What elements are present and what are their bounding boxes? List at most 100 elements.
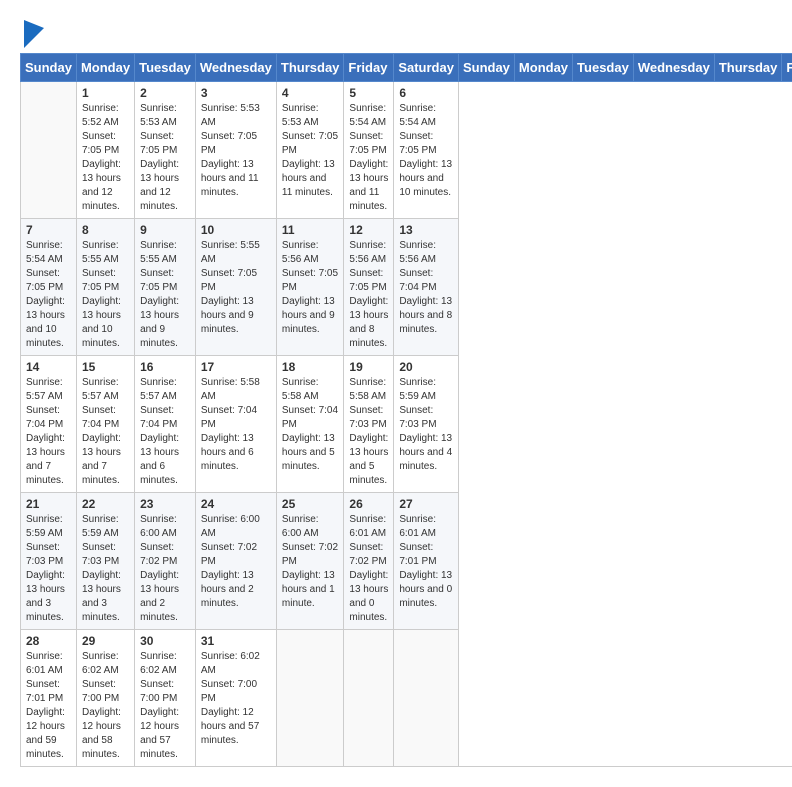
calendar-header-row: SundayMondayTuesdayWednesdayThursdayFrid… (21, 54, 792, 82)
day-info: Sunrise: 6:02 AMSunset: 7:00 PMDaylight:… (140, 650, 190, 762)
day-info: Sunrise: 5:59 AMSunset: 7:03 PMDaylight:… (26, 513, 71, 625)
day-number: 5 (349, 86, 388, 100)
calendar-cell: 22 Sunrise: 5:59 AMSunset: 7:03 PMDayligh… (76, 493, 134, 630)
calendar-cell: 13 Sunrise: 5:56 AMSunset: 7:04 PMDayligh… (394, 219, 459, 356)
calendar-cell: 17Sunrise: 5:58 AMSunset: 7:04 PMDayligh… (195, 356, 276, 493)
day-number: 2 (140, 86, 190, 100)
day-number: 12 (349, 223, 388, 237)
day-info: Sunrise: 5:53 AMSunset: 7:05 PMDaylight:… (140, 102, 190, 214)
day-info: Sunrise: 5:56 AMSunset: 7:04 PMDaylight:… (399, 239, 453, 337)
day-info: Sunrise: 5:54 AMSunset: 7:05 PMDaylight:… (399, 102, 453, 200)
day-number: 3 (201, 86, 271, 100)
day-number: 13 (399, 223, 453, 237)
day-number: 7 (26, 223, 71, 237)
header-cell-monday: Monday (514, 54, 572, 82)
day-info: Sunrise: 5:56 AMSunset: 7:05 PMDaylight:… (349, 239, 388, 351)
day-number: 21 (26, 497, 71, 511)
calendar-cell: 31Sunrise: 6:02 AMSunset: 7:00 PMDayligh… (195, 630, 276, 767)
day-info: Sunrise: 6:00 AMSunset: 7:02 PMDaylight:… (282, 513, 339, 611)
day-number: 29 (82, 634, 129, 648)
header-cell-tuesday: Tuesday (135, 54, 196, 82)
day-number: 19 (349, 360, 388, 374)
calendar-cell: 3 Sunrise: 5:53 AMSunset: 7:05 PMDaylight… (195, 82, 276, 219)
calendar-cell: 12 Sunrise: 5:56 AMSunset: 7:05 PMDayligh… (344, 219, 394, 356)
day-number: 15 (82, 360, 129, 374)
day-info: Sunrise: 5:57 AMSunset: 7:04 PMDaylight:… (26, 376, 71, 488)
day-number: 18 (282, 360, 339, 374)
day-number: 22 (82, 497, 129, 511)
logo-icon (24, 20, 44, 48)
calendar-cell: 4 Sunrise: 5:53 AMSunset: 7:05 PMDaylight… (276, 82, 344, 219)
calendar-cell (276, 630, 344, 767)
calendar-container: SundayMondayTuesdayWednesdayThursdayFrid… (10, 53, 782, 777)
calendar-cell: 8Sunrise: 5:55 AMSunset: 7:05 PMDaylight… (76, 219, 134, 356)
header-cell-friday: Friday (344, 54, 394, 82)
header-cell-wednesday: Wednesday (195, 54, 276, 82)
calendar-cell: 27 Sunrise: 6:01 AMSunset: 7:01 PMDayligh… (394, 493, 459, 630)
day-info: Sunrise: 6:02 AMSunset: 7:00 PMDaylight:… (82, 650, 129, 762)
day-number: 30 (140, 634, 190, 648)
calendar-week-row: 21 Sunrise: 5:59 AMSunset: 7:03 PMDayligh… (21, 493, 792, 630)
day-number: 27 (399, 497, 453, 511)
calendar-cell: 24Sunrise: 6:00 AMSunset: 7:02 PMDayligh… (195, 493, 276, 630)
day-info: Sunrise: 5:58 AMSunset: 7:04 PMDaylight:… (282, 376, 339, 474)
calendar-week-row: 14 Sunrise: 5:57 AMSunset: 7:04 PMDayligh… (21, 356, 792, 493)
day-info: Sunrise: 5:54 AMSunset: 7:05 PMDaylight:… (26, 239, 71, 351)
calendar-cell: 18 Sunrise: 5:58 AMSunset: 7:04 PMDayligh… (276, 356, 344, 493)
calendar-week-row: 28 Sunrise: 6:01 AMSunset: 7:01 PMDayligh… (21, 630, 792, 767)
header-cell-tuesday: Tuesday (573, 54, 634, 82)
calendar-cell: 30 Sunrise: 6:02 AMSunset: 7:00 PMDayligh… (135, 630, 196, 767)
day-number: 28 (26, 634, 71, 648)
calendar-cell: 10Sunrise: 5:55 AMSunset: 7:05 PMDayligh… (195, 219, 276, 356)
header-cell-saturday: Saturday (394, 54, 459, 82)
logo (20, 20, 44, 48)
day-number: 26 (349, 497, 388, 511)
calendar-cell: 9 Sunrise: 5:55 AMSunset: 7:05 PMDaylight… (135, 219, 196, 356)
day-info: Sunrise: 5:59 AMSunset: 7:03 PMDaylight:… (399, 376, 453, 474)
day-info: Sunrise: 5:57 AMSunset: 7:04 PMDaylight:… (82, 376, 129, 488)
day-number: 23 (140, 497, 190, 511)
calendar-week-row: 1 Sunrise: 5:52 AMSunset: 7:05 PMDaylight… (21, 82, 792, 219)
calendar-cell (21, 82, 77, 219)
calendar-cell: 14 Sunrise: 5:57 AMSunset: 7:04 PMDayligh… (21, 356, 77, 493)
calendar-cell: 25 Sunrise: 6:00 AMSunset: 7:02 PMDayligh… (276, 493, 344, 630)
calendar-cell: 16Sunrise: 5:57 AMSunset: 7:04 PMDayligh… (135, 356, 196, 493)
day-info: Sunrise: 6:01 AMSunset: 7:01 PMDaylight:… (26, 650, 71, 762)
day-number: 4 (282, 86, 339, 100)
day-number: 6 (399, 86, 453, 100)
calendar-cell (344, 630, 394, 767)
header-cell-sunday: Sunday (21, 54, 77, 82)
day-info: Sunrise: 5:59 AMSunset: 7:03 PMDaylight:… (82, 513, 129, 625)
day-info: Sunrise: 5:53 AMSunset: 7:05 PMDaylight:… (201, 102, 271, 200)
day-info: Sunrise: 5:58 AMSunset: 7:03 PMDaylight:… (349, 376, 388, 488)
day-info: Sunrise: 6:00 AMSunset: 7:02 PMDaylight:… (201, 513, 271, 611)
day-number: 1 (82, 86, 129, 100)
calendar-cell: 19 Sunrise: 5:58 AMSunset: 7:03 PMDayligh… (344, 356, 394, 493)
calendar-cell: 11Sunrise: 5:56 AMSunset: 7:05 PMDayligh… (276, 219, 344, 356)
calendar-cell: 29 Sunrise: 6:02 AMSunset: 7:00 PMDayligh… (76, 630, 134, 767)
day-info: Sunrise: 6:02 AMSunset: 7:00 PMDaylight:… (201, 650, 271, 748)
calendar-cell: 7 Sunrise: 5:54 AMSunset: 7:05 PMDaylight… (21, 219, 77, 356)
day-number: 14 (26, 360, 71, 374)
day-info: Sunrise: 6:01 AMSunset: 7:01 PMDaylight:… (399, 513, 453, 611)
day-info: Sunrise: 6:01 AMSunset: 7:02 PMDaylight:… (349, 513, 388, 625)
header-cell-monday: Monday (76, 54, 134, 82)
day-info: Sunrise: 5:53 AMSunset: 7:05 PMDaylight:… (282, 102, 339, 200)
header (10, 10, 782, 53)
calendar-cell: 23 Sunrise: 6:00 AMSunset: 7:02 PMDayligh… (135, 493, 196, 630)
day-number: 20 (399, 360, 453, 374)
calendar-cell: 1 Sunrise: 5:52 AMSunset: 7:05 PMDaylight… (76, 82, 134, 219)
header-cell-sunday: Sunday (458, 54, 514, 82)
day-info: Sunrise: 5:52 AMSunset: 7:05 PMDaylight:… (82, 102, 129, 214)
header-cell-thursday: Thursday (714, 54, 782, 82)
day-number: 8 (82, 223, 129, 237)
day-number: 9 (140, 223, 190, 237)
day-info: Sunrise: 6:00 AMSunset: 7:02 PMDaylight:… (140, 513, 190, 625)
calendar-cell: 26 Sunrise: 6:01 AMSunset: 7:02 PMDayligh… (344, 493, 394, 630)
day-number: 16 (140, 360, 190, 374)
day-number: 25 (282, 497, 339, 511)
calendar-cell: 6 Sunrise: 5:54 AMSunset: 7:05 PMDaylight… (394, 82, 459, 219)
calendar-cell: 5Sunrise: 5:54 AMSunset: 7:05 PMDaylight… (344, 82, 394, 219)
calendar-cell: 20 Sunrise: 5:59 AMSunset: 7:03 PMDayligh… (394, 356, 459, 493)
day-info: Sunrise: 5:55 AMSunset: 7:05 PMDaylight:… (140, 239, 190, 351)
